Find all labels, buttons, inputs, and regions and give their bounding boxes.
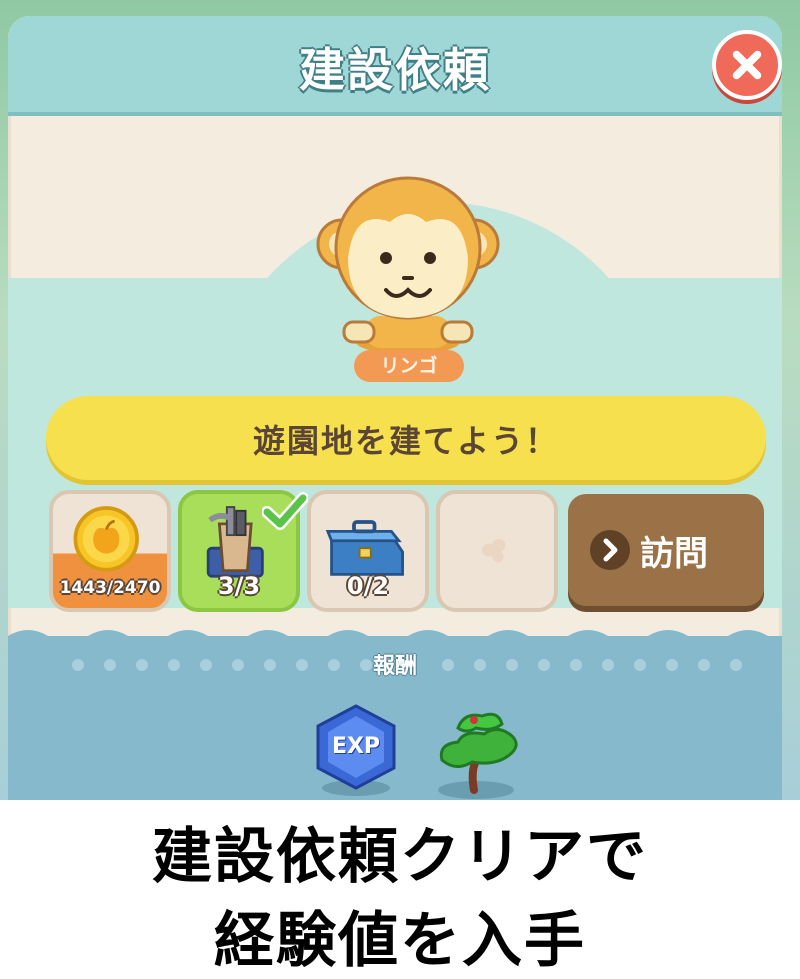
caption-line-2: 経験値を入手: [214, 906, 586, 976]
coin-progress-text: 1443/2470: [59, 578, 161, 598]
close-button[interactable]: [712, 30, 782, 100]
quest-title: 遊園地を建てよう！: [252, 422, 559, 460]
requirement-slot-empty: [436, 490, 558, 612]
visit-button-label: 訪問: [640, 534, 708, 574]
dialog-header: 建設依頼: [8, 16, 782, 116]
exp-label: EXP: [331, 734, 381, 759]
requirement-slot-coins[interactable]: 1443/2470: [49, 490, 171, 612]
tools-progress-text: 3/3: [217, 572, 261, 600]
caption-line-1: 建設依頼クリアで: [152, 822, 648, 892]
reward-title: 報酬: [372, 654, 417, 679]
toolbox-progress-text: 0/2: [346, 572, 390, 600]
requirement-slot-toolbox[interactable]: 0/2: [307, 490, 429, 612]
caption-area: 建設依頼クリアで 経験値を入手: [0, 800, 800, 979]
empty-slot-icon: [482, 538, 506, 563]
monkey-npc-portrait: [316, 176, 500, 354]
quest-banner: 遊園地を建てよう！: [46, 396, 766, 480]
close-icon: [732, 50, 762, 80]
wave-divider: [8, 630, 782, 648]
exp-gem-icon[interactable]: EXP: [310, 702, 402, 798]
chevron-right-icon: [590, 530, 630, 570]
visit-button[interactable]: 訪問: [568, 494, 764, 606]
construction-request-dialog: 建設依頼 リンゴ 遊園地を建てよう！ 1443/2470 3/3 0/2 訪問 …: [8, 16, 782, 800]
dialog-title: 建設依頼: [299, 43, 491, 97]
checkmark-icon: [262, 492, 308, 530]
bonsai-tree-icon[interactable]: [428, 702, 524, 800]
reward-section: 報酬 EXP: [8, 630, 782, 800]
npc-name-tag: リンゴ: [354, 350, 464, 382]
